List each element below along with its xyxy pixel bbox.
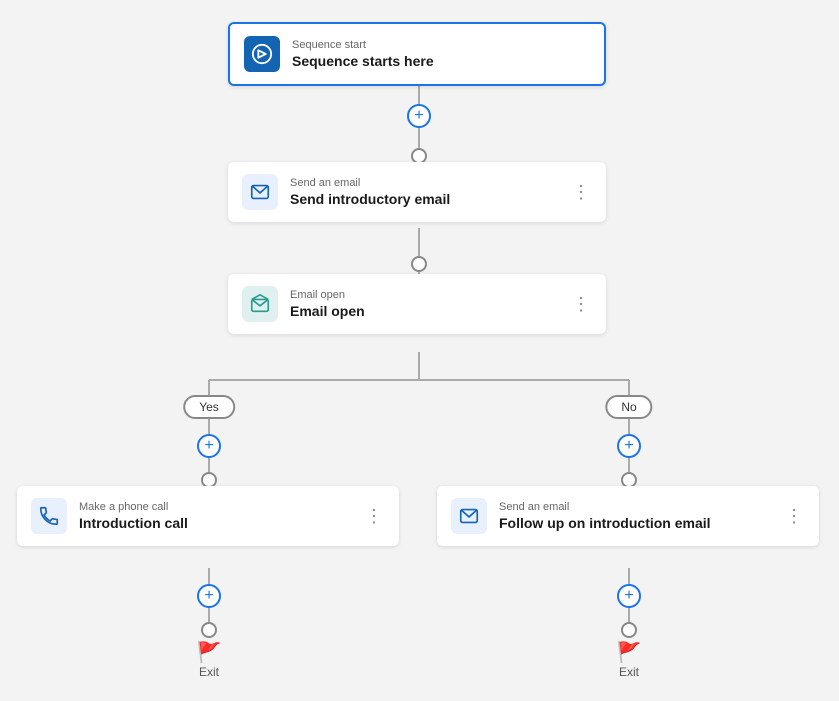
phone-call-title: Introduction call: [79, 515, 351, 531]
add-step-button-left-bottom[interactable]: +: [197, 584, 221, 608]
phone-call-label: Make a phone call: [79, 501, 351, 513]
phone-call-menu[interactable]: ⋮: [363, 506, 385, 527]
send-email-1-icon: [242, 174, 278, 210]
email-open-menu[interactable]: ⋮: [570, 294, 592, 315]
exit-flag-right: 🚩 Exit: [617, 643, 642, 679]
exit-flag-left: 🚩 Exit: [197, 643, 222, 679]
yes-badge: Yes: [183, 395, 235, 419]
email-open-text: Email open Email open: [290, 289, 558, 319]
follow-up-email-menu[interactable]: ⋮: [783, 506, 805, 527]
connector-node-right-bottom: [621, 622, 637, 638]
sequence-start-label: Sequence start: [292, 39, 590, 51]
follow-up-email-label: Send an email: [499, 501, 771, 513]
send-email-1-label: Send an email: [290, 177, 558, 189]
email-open-icon: [242, 286, 278, 322]
add-step-button-1[interactable]: +: [407, 104, 431, 128]
add-step-button-right-bottom[interactable]: +: [617, 584, 641, 608]
connector-node-2: [411, 256, 427, 272]
send-email-1-text: Send an email Send introductory email: [290, 177, 558, 207]
phone-call-text: Make a phone call Introduction call: [79, 501, 351, 531]
no-badge: No: [605, 395, 652, 419]
email-open-card[interactable]: Email open Email open ⋮: [228, 274, 606, 334]
sequence-start-text: Sequence start Sequence starts here: [292, 39, 590, 69]
follow-up-email-text: Send an email Follow up on introduction …: [499, 501, 771, 531]
follow-up-email-icon: [451, 498, 487, 534]
sequence-start-title: Sequence starts here: [292, 53, 590, 69]
exit-flag-right-icon: 🚩: [617, 643, 642, 663]
sequence-start-card[interactable]: Sequence start Sequence starts here: [228, 22, 606, 86]
follow-up-email-title: Follow up on introduction email: [499, 515, 771, 531]
connector-node-left-bottom: [201, 622, 217, 638]
send-email-1-menu[interactable]: ⋮: [570, 182, 592, 203]
phone-call-icon: [31, 498, 67, 534]
email-open-label: Email open: [290, 289, 558, 301]
exit-flag-left-label: Exit: [199, 665, 219, 679]
send-email-1-title: Send introductory email: [290, 191, 558, 207]
add-step-button-right[interactable]: +: [617, 434, 641, 458]
phone-call-card[interactable]: Make a phone call Introduction call ⋮: [17, 486, 399, 546]
email-open-title: Email open: [290, 303, 558, 319]
send-email-1-card[interactable]: Send an email Send introductory email ⋮: [228, 162, 606, 222]
add-step-button-left[interactable]: +: [197, 434, 221, 458]
exit-flag-right-label: Exit: [619, 665, 639, 679]
exit-flag-left-icon: 🚩: [197, 643, 222, 663]
sequence-start-icon: [244, 36, 280, 72]
follow-up-email-card[interactable]: Send an email Follow up on introduction …: [437, 486, 819, 546]
